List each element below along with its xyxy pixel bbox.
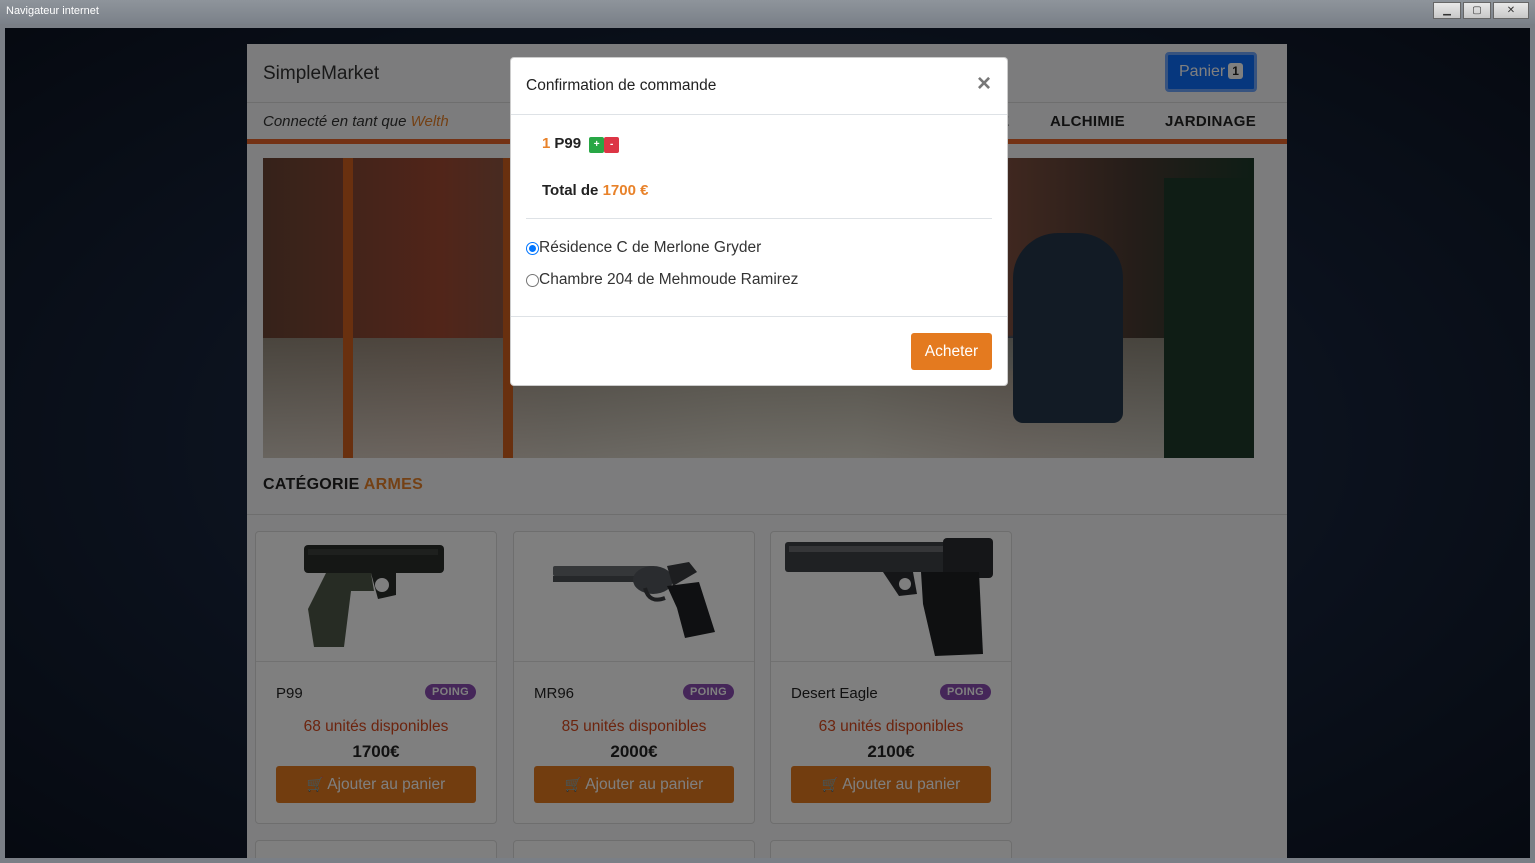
close-window-button[interactable]: ✕ [1493,2,1529,19]
maximize-button[interactable]: ▢ [1463,2,1491,19]
decrease-quantity-button[interactable]: - [604,137,620,153]
item-quantity: 1 [542,135,551,152]
buy-button[interactable]: Acheter [911,333,992,370]
minimize-button[interactable]: ▁ [1433,2,1461,19]
window-controls: ▁ ▢ ✕ [1433,2,1529,19]
address-label: Chambre 204 de Mehmoude Ramirez [539,271,799,288]
address-option-residence[interactable]: Résidence C de Merlone Gryder [526,239,761,257]
order-total: Total de 1700 € [542,182,648,199]
radio-unselected[interactable] [526,273,539,287]
total-prefix: Total de [542,182,599,199]
address-label: Résidence C de Merlone Gryder [539,239,762,256]
item-name: P99 [554,135,582,152]
modal-divider [526,218,992,219]
total-amount: 1700 € [602,182,649,199]
window-titlebar: Navigateur internet ▁ ▢ ✕ [0,0,1535,24]
modal-header: Confirmation de commande × [511,58,1007,115]
increase-quantity-button[interactable]: + [589,137,605,153]
radio-selected[interactable] [526,241,539,255]
address-option-chambre[interactable]: Chambre 204 de Mehmoude Ramirez [526,271,798,289]
window-title: Navigateur internet [6,5,99,17]
modal-title: Confirmation de commande [526,77,717,94]
order-item-line: 1 P99 + - [542,135,620,153]
modal-footer-divider [511,316,1007,317]
close-icon[interactable]: × [977,71,991,97]
order-confirmation-modal: Confirmation de commande × 1 P99 + - Total… [510,57,1008,386]
browser-viewport: SimpleMarket Panier1 Connecté en tant qu… [5,28,1530,858]
browser-window: Navigateur internet ▁ ▢ ✕ SimpleMarket P… [0,0,1535,863]
